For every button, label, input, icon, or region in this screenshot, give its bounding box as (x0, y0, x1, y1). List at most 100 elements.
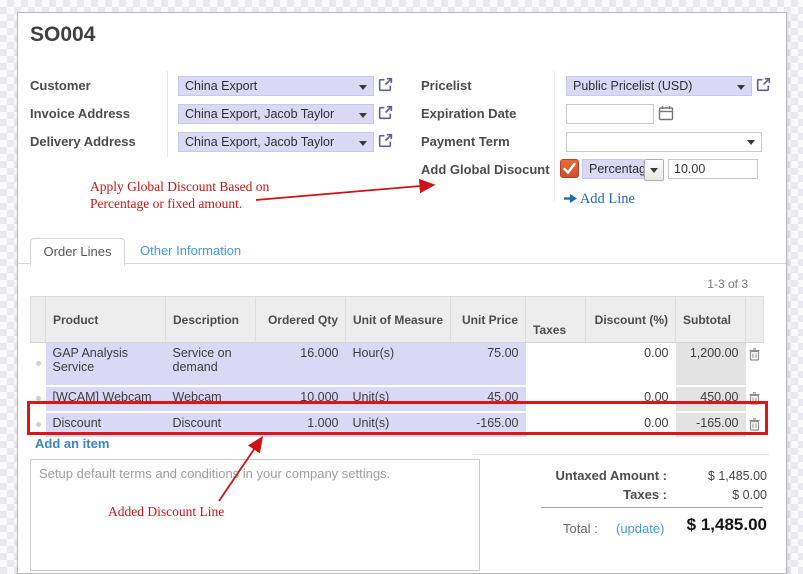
cell-product[interactable]: GAP Analysis Service (46, 343, 166, 386)
page-title: SO004 (30, 23, 95, 47)
cell-product[interactable]: [WCAM] Webcam (46, 386, 166, 412)
discount-type-dropdown-button[interactable] (644, 159, 664, 181)
col-actions (746, 297, 764, 343)
annotation-added-discount-line: Added Discount Line (108, 503, 224, 520)
order-lines-table: Product Description Ordered Qty Unit of … (30, 296, 764, 439)
calendar-icon[interactable] (658, 105, 674, 121)
cell-taxes[interactable] (526, 386, 586, 412)
annotation-arrow-global-discount (256, 185, 432, 200)
totals-separator (541, 507, 763, 508)
page-background: { "title": "SO004", "form": { "customer"… (0, 0, 803, 545)
trash-icon[interactable] (749, 392, 760, 405)
col-product[interactable]: Product (46, 297, 166, 343)
discount-amount-input[interactable] (668, 159, 758, 179)
expiration-date-input[interactable] (566, 104, 654, 124)
chevron-down-icon (737, 85, 745, 90)
trash-icon[interactable] (749, 348, 760, 361)
add-an-item-link[interactable]: Add an item (35, 436, 109, 451)
customer-external-link-icon[interactable] (377, 76, 394, 93)
col-unit-price[interactable]: Unit Price (451, 297, 526, 343)
trash-icon[interactable] (749, 418, 760, 431)
pager[interactable]: 1-3 of 3 (638, 277, 748, 291)
cell-taxes[interactable] (526, 412, 586, 438)
expiration-date-label: Expiration Date (421, 104, 516, 124)
cell-product[interactable]: Discount (46, 412, 166, 438)
invoice-address-value: China Export, Jacob Taylor (185, 107, 334, 121)
customer-value: China Export (185, 79, 257, 93)
chevron-down-icon (359, 113, 367, 118)
cell-unit-price[interactable]: 75.00 (451, 343, 526, 386)
annotation-global-discount: Apply Global Discount Based on Percentag… (90, 178, 269, 212)
drag-handle-icon (36, 361, 41, 366)
col-taxes[interactable]: Taxes (526, 297, 586, 343)
cell-qty[interactable]: 1.000 (256, 412, 346, 438)
col-ordered-qty[interactable]: Ordered Qty (256, 297, 346, 343)
chevron-down-icon (359, 141, 367, 146)
invoice-address-label: Invoice Address (30, 104, 130, 124)
drag-handle[interactable] (31, 386, 46, 412)
customer-select[interactable]: China Export (178, 76, 374, 96)
customer-label: Customer (30, 76, 91, 96)
add-line-link[interactable]: Add Line (564, 191, 635, 208)
chevron-down-icon (359, 85, 367, 90)
form-left-separator (167, 71, 168, 157)
cell-description[interactable]: Service on demand (166, 343, 256, 386)
chevron-down-icon (650, 168, 658, 173)
table-row-discount[interactable]: Discount Discount 1.000 Unit(s) -165.00 … (31, 412, 764, 438)
total-value: $ 1,485.00 (638, 515, 767, 535)
cell-qty[interactable]: 16.000 (256, 343, 346, 386)
delivery-address-label: Delivery Address (30, 132, 136, 152)
drag-handle[interactable] (31, 343, 46, 386)
table-header-row: Product Description Ordered Qty Unit of … (31, 297, 764, 343)
pricelist-label: Pricelist (421, 76, 472, 96)
arrow-right-icon (564, 193, 577, 204)
chevron-down-icon (747, 140, 755, 145)
taxes-label: Taxes : (473, 487, 667, 502)
global-discount-checkbox[interactable] (560, 159, 579, 178)
col-subtotal[interactable]: Subtotal (676, 297, 746, 343)
col-unit-of-measure[interactable]: Unit of Measure (346, 297, 451, 343)
tabbar-divider (18, 263, 786, 264)
form-right-separator (554, 71, 555, 201)
taxes-value: $ 0.00 (673, 488, 767, 502)
add-line-label: Add Line (580, 191, 635, 207)
discount-type-select[interactable]: Percentage (582, 159, 644, 179)
cell-discount[interactable]: 0.00 (586, 412, 676, 438)
pricelist-external-link-icon[interactable] (755, 76, 772, 93)
cell-discount[interactable]: 0.00 (586, 386, 676, 412)
tab-other-information[interactable]: Other Information (140, 243, 241, 258)
invoice-address-select[interactable]: China Export, Jacob Taylor (178, 104, 374, 124)
cell-description[interactable]: Webcam (166, 386, 256, 412)
table-row[interactable]: GAP Analysis Service Service on demand 1… (31, 343, 764, 386)
drag-handle[interactable] (31, 412, 46, 438)
cell-description[interactable]: Discount (166, 412, 256, 438)
delivery-address-select[interactable]: China Export, Jacob Taylor (178, 132, 374, 152)
total-label: Total : (563, 521, 598, 536)
pricelist-select[interactable]: Public Pricelist (USD) (566, 76, 752, 96)
payment-term-select[interactable] (566, 132, 762, 152)
cell-uom[interactable]: Hour(s) (346, 343, 451, 386)
cell-uom[interactable]: Unit(s) (346, 412, 451, 438)
cell-taxes[interactable] (526, 343, 586, 386)
table-row[interactable]: [WCAM] Webcam Webcam 10.000 Unit(s) 45.0… (31, 386, 764, 412)
cell-subtotal: 1,200.00 (676, 343, 746, 386)
untaxed-amount-label: Untaxed Amount : (473, 468, 667, 483)
cell-unit-price[interactable]: -165.00 (451, 412, 526, 438)
annotation-line-1: Apply Global Discount Based on (90, 178, 269, 195)
delivery-address-external-link-icon[interactable] (377, 132, 394, 149)
col-discount[interactable]: Discount (%) (586, 297, 676, 343)
cell-actions (746, 412, 764, 438)
tab-order-lines[interactable]: Order Lines (30, 238, 125, 266)
cell-qty[interactable]: 10.000 (256, 386, 346, 412)
cell-unit-price[interactable]: 45.00 (451, 386, 526, 412)
sale-order-form-card: SO004 Customer Invoice Address Delivery … (17, 12, 787, 574)
pricelist-value: Public Pricelist (USD) (573, 79, 692, 93)
delivery-address-value: China Export, Jacob Taylor (185, 135, 334, 149)
invoice-address-external-link-icon[interactable] (377, 104, 394, 121)
cell-discount[interactable]: 0.00 (586, 343, 676, 386)
handle-column-header (31, 297, 46, 343)
cell-uom[interactable]: Unit(s) (346, 386, 451, 412)
cell-actions (746, 386, 764, 412)
terms-and-conditions-textarea[interactable] (30, 459, 480, 571)
col-description[interactable]: Description (166, 297, 256, 343)
